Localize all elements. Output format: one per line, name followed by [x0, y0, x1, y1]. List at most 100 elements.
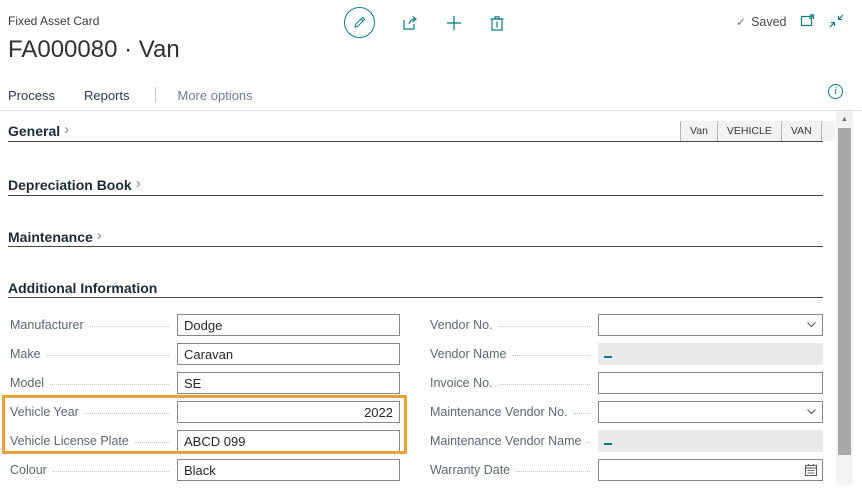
action-bar: [344, 7, 505, 38]
section-line-general: [8, 141, 823, 142]
field-label: Vendor No.: [430, 318, 493, 332]
section-maintenance[interactable]: Maintenance ›: [8, 228, 102, 245]
section-depreciation-label: Depreciation Book: [8, 177, 132, 193]
trash-icon: [489, 14, 505, 32]
warranty-date-input[interactable]: [598, 459, 823, 481]
chevron-down-icon[interactable]: [805, 318, 818, 331]
chevron-down-icon[interactable]: [805, 405, 818, 418]
dotted-leader: [512, 347, 590, 356]
field-label: Maintenance Vendor Name: [430, 434, 581, 448]
section-additional-information[interactable]: Additional Information: [8, 280, 157, 296]
field-make: Make: [10, 343, 400, 365]
field-model: Model: [10, 372, 400, 394]
field-label: Colour: [10, 463, 47, 477]
record-tags: Van VEHICLE VAN: [680, 121, 835, 141]
vendor-name-readonly-field: [598, 343, 823, 365]
field-maintenance-vendor-no: Maintenance Vendor No.: [430, 401, 823, 423]
manufacturer-input[interactable]: [177, 314, 400, 336]
menu-reports[interactable]: Reports: [84, 88, 130, 103]
field-label: Manufacturer: [10, 318, 84, 332]
info-icon[interactable]: i: [828, 84, 843, 99]
menu-more-options[interactable]: More options: [178, 88, 253, 103]
plus-icon: [445, 14, 463, 32]
dotted-leader: [135, 434, 169, 443]
fields-right-column: Vendor No. Vendor Name Invoice No. Maint…: [430, 314, 823, 488]
dotted-leader: [499, 318, 590, 327]
up-arrow-icon: ▲: [841, 116, 848, 123]
section-additional-label: Additional Information: [8, 280, 157, 296]
edit-button[interactable]: [344, 7, 375, 38]
field-vendor-name: Vendor Name: [430, 343, 823, 365]
check-icon: ✓: [736, 15, 746, 29]
vendor-no-input[interactable]: [598, 314, 823, 336]
page-caption: Fixed Asset Card: [8, 14, 99, 28]
section-line-depreciation: [8, 195, 823, 196]
field-manufacturer: Manufacturer: [10, 314, 400, 336]
invoice-no-input[interactable]: [598, 372, 823, 394]
vertical-scrollbar[interactable]: ▲: [836, 111, 853, 485]
dotted-leader: [50, 376, 169, 385]
tag-van-caps[interactable]: VAN: [782, 121, 822, 141]
empty-value-dash[interactable]: [604, 443, 612, 445]
collapse-button[interactable]: [829, 14, 844, 28]
section-line-additional: [8, 297, 823, 298]
chevron-right-icon: ›: [136, 175, 141, 192]
section-maintenance-label: Maintenance: [8, 229, 93, 245]
section-general[interactable]: General ›: [8, 122, 69, 139]
field-vehicle-year: Vehicle Year: [10, 401, 400, 423]
field-label: Vehicle Year: [10, 405, 79, 419]
maintenance-vendor-no-input[interactable]: [598, 401, 823, 423]
chevron-right-icon: ›: [64, 121, 69, 138]
share-icon: [401, 14, 419, 32]
field-invoice-no: Invoice No.: [430, 372, 823, 394]
chevron-right-icon: ›: [97, 227, 102, 244]
tag-van[interactable]: Van: [680, 121, 718, 141]
field-warranty-date: Warranty Date: [430, 459, 823, 481]
section-depreciation-book[interactable]: Depreciation Book ›: [8, 176, 141, 193]
dotted-leader: [53, 463, 169, 472]
field-label: Invoice No.: [430, 376, 493, 390]
field-maintenance-vendor-name: Maintenance Vendor Name: [430, 430, 823, 452]
window-controls: [800, 13, 844, 28]
share-button[interactable]: [401, 14, 419, 32]
page-title: FA000080 · Van: [8, 36, 180, 64]
field-label: Maintenance Vendor No.: [430, 405, 568, 419]
field-label: Vendor Name: [430, 347, 506, 361]
tag-stub: [822, 121, 835, 141]
dotted-leader: [85, 405, 169, 414]
dotted-leader: [516, 463, 590, 472]
tag-vehicle[interactable]: VEHICLE: [718, 121, 782, 141]
delete-button[interactable]: [489, 14, 505, 32]
empty-value-dash[interactable]: [604, 356, 612, 358]
fields-left-column: Manufacturer Make Model Vehicle Year Veh…: [10, 314, 400, 488]
scrollbar-thumb[interactable]: [838, 128, 851, 455]
section-general-label: General: [8, 123, 60, 139]
scrollbar-up-button[interactable]: ▲: [836, 111, 853, 127]
dotted-leader: [574, 405, 590, 414]
field-label: Make: [10, 347, 41, 361]
menu-divider: [155, 87, 156, 103]
field-label: Warranty Date: [430, 463, 510, 477]
field-vendor-no: Vendor No.: [430, 314, 823, 336]
menubar-divider-line: [0, 110, 862, 111]
popout-window-icon: [800, 13, 816, 28]
menu-bar: Process Reports More options: [8, 86, 253, 104]
make-input[interactable]: [177, 343, 400, 365]
calendar-icon[interactable]: [804, 463, 818, 477]
dotted-leader: [587, 434, 590, 443]
colour-input[interactable]: [177, 459, 400, 481]
vehicle-license-plate-input[interactable]: [177, 430, 400, 452]
model-input[interactable]: [177, 372, 400, 394]
dotted-leader: [47, 347, 169, 356]
new-button[interactable]: [445, 14, 463, 32]
field-colour: Colour: [10, 459, 400, 481]
field-label: Vehicle License Plate: [10, 434, 129, 448]
field-vehicle-license-plate: Vehicle License Plate: [10, 430, 400, 452]
collapse-arrows-icon: [829, 14, 844, 28]
dotted-leader: [499, 376, 590, 385]
dotted-leader: [90, 318, 169, 327]
menu-process[interactable]: Process: [8, 88, 55, 103]
vehicle-year-input[interactable]: [177, 401, 400, 423]
popout-window-button[interactable]: [800, 13, 816, 28]
saved-label: Saved: [751, 15, 786, 29]
